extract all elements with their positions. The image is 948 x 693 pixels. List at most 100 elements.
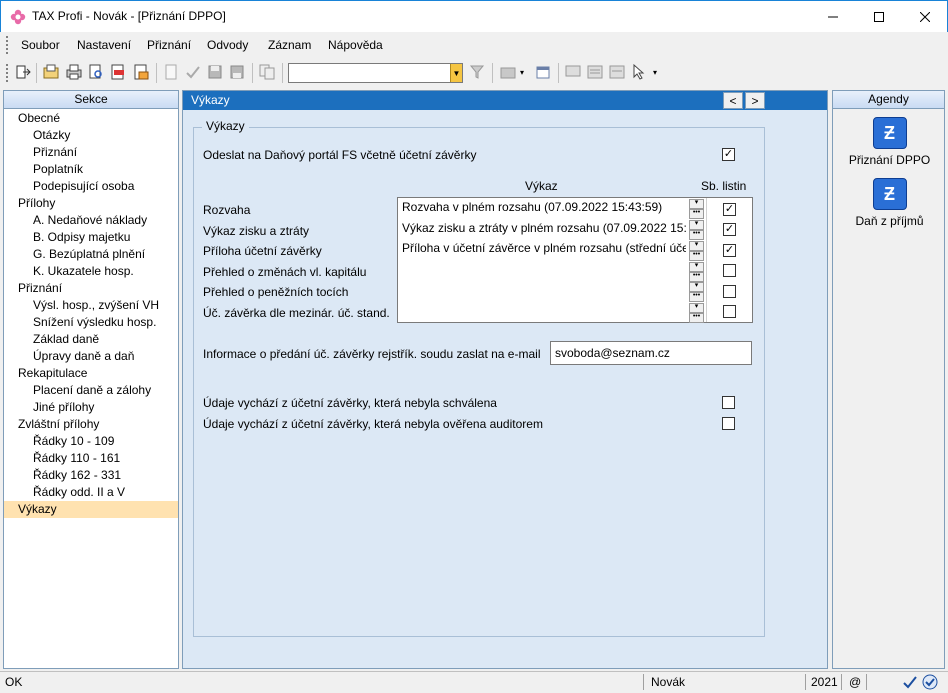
email-input[interactable]: svoboda@seznam.cz <box>550 341 752 365</box>
toolbar-combo[interactable]: ▼ <box>288 63 463 83</box>
exit-icon[interactable] <box>14 63 32 81</box>
sidebar-item-radky-10-109[interactable]: Řádky 10 - 109 <box>4 433 178 450</box>
sblistin-checkbox-mezinar[interactable] <box>723 305 736 318</box>
sidebar-item-nedanove-naklady[interactable]: A. Nedaňové náklady <box>4 212 178 229</box>
sidebar-item-bezuplatna-plneni[interactable]: G. Bezúplatná plnění <box>4 246 178 263</box>
sidebar-item-odpisy-majetku[interactable]: B. Odpisy majetku <box>4 229 178 246</box>
row-dropdown-icon[interactable]: ▾ <box>689 199 704 209</box>
next-section-button[interactable]: > <box>745 92 765 109</box>
sidebar-item-jine-prilohy[interactable]: Jiné přílohy <box>4 399 178 416</box>
status-text: OK <box>5 675 23 689</box>
agenda-priznani-dppo[interactable]: Ƶ Přiznání DPPO <box>833 117 946 167</box>
agendy-header: Agendy <box>832 90 945 109</box>
sblistin-checkbox-penezni-toky[interactable] <box>723 285 736 298</box>
sidebar-item-zvlastni-prilohy[interactable]: Zvláštní přílohy <box>4 416 178 433</box>
row-ellipsis-icon[interactable]: ••• <box>689 251 704 261</box>
row-value-priloha[interactable]: Příloha v účetní závěrce v plném rozsahu… <box>402 241 686 255</box>
sidebar-item-ukazatele-hosp[interactable]: K. Ukazatele hosp. <box>4 263 178 280</box>
row-label-priloha: Příloha účetní závěrky <box>203 244 322 258</box>
calendar-icon[interactable] <box>534 63 552 81</box>
row-ellipsis-icon[interactable]: ••• <box>689 292 704 302</box>
row-dropdown-icon[interactable]: ▾ <box>689 282 704 292</box>
sidebar-item-placeni-dane[interactable]: Placení daně a zálohy <box>4 382 178 399</box>
pen-check-icon[interactable] <box>902 674 918 693</box>
menu-grip[interactable] <box>6 36 9 54</box>
row-dropdown-icon[interactable]: ▾ <box>689 262 704 272</box>
row-ellipsis-icon[interactable]: ••• <box>689 230 704 240</box>
help-cursor-icon[interactable] <box>631 63 649 81</box>
prev-section-button[interactable]: < <box>723 92 743 109</box>
sidebar-item-snizeni-vysledku[interactable]: Snížení výsledku hosp. <box>4 314 178 331</box>
toolbar-grip[interactable] <box>6 64 9 82</box>
sblistin-checkbox-vykaz-zisku[interactable]: ✓ <box>723 223 736 236</box>
verify-icon[interactable] <box>922 674 938 693</box>
sidebar-item-radky-110-161[interactable]: Řádky 110 - 161 <box>4 450 178 467</box>
sidebar-item-zaklad-dane[interactable]: Základ daně <box>4 331 178 348</box>
close-button[interactable] <box>902 1 948 32</box>
sidebar-item-podepisujici-osoba[interactable]: Podepisující osoba <box>4 178 178 195</box>
sidebar-item-priznani[interactable]: Přiznání <box>4 144 178 161</box>
row-ellipsis-icon[interactable]: ••• <box>689 272 704 282</box>
sblistin-checkbox-zmeny-kapitalu[interactable] <box>723 264 736 277</box>
sblistin-checkbox-rozvaha[interactable]: ✓ <box>723 203 736 216</box>
unaudited-label: Údaje vychází z účetní závěrky, která ne… <box>203 417 543 431</box>
comment-icon[interactable] <box>564 63 582 81</box>
new-doc-icon[interactable] <box>162 63 180 81</box>
row-value-vykaz-zisku[interactable]: Výkaz zisku a ztráty v plném rozsahu (07… <box>402 221 686 235</box>
preview-icon[interactable] <box>87 63 105 81</box>
menu-napoveda[interactable]: Nápověda <box>328 38 383 52</box>
sidebar-item-rekapitulace[interactable]: Rekapitulace <box>4 365 178 382</box>
folder-icon[interactable] <box>499 63 517 81</box>
folder-dropdown-icon[interactable]: ▾ <box>517 63 527 81</box>
check-icon[interactable] <box>184 63 202 81</box>
sidebar-item-poplatnik[interactable]: Poplatník <box>4 161 178 178</box>
help-dropdown-icon[interactable]: ▾ <box>650 63 660 81</box>
row-ellipsis-icon[interactable]: ••• <box>689 209 704 219</box>
menu-soubor[interactable]: Soubor <box>21 38 60 52</box>
sidebar-item-vykazy[interactable]: Výkazy <box>4 501 178 518</box>
row-label-mezinar: Úč. závěrka dle mezinár. úč. stand. <box>203 306 390 320</box>
export-pdf-icon[interactable] <box>109 63 127 81</box>
sidebar-item-radky-162-331[interactable]: Řádky 162 - 331 <box>4 467 178 484</box>
main-panel: Výkazy < > Výkazy Odeslat na Daňový port… <box>182 90 828 669</box>
unaudited-checkbox[interactable] <box>722 417 735 430</box>
menu-priznani[interactable]: Přiznání <box>147 38 191 52</box>
sidebar-item-prilohy[interactable]: Přílohy <box>4 195 178 212</box>
unapproved-checkbox[interactable] <box>722 396 735 409</box>
sidebar-item-otazky[interactable]: Otázky <box>4 127 178 144</box>
open-icon[interactable] <box>42 63 60 81</box>
sidebar-item-vysl-hosp[interactable]: Výsl. hosp., zvýšení VH <box>4 297 178 314</box>
row-dropdown-icon[interactable]: ▾ <box>689 241 704 251</box>
menu-odvody[interactable]: Odvody <box>207 38 248 52</box>
sidebar-item-radky-odd[interactable]: Řádky odd. II a V <box>4 484 178 501</box>
agenda-label: Přiznání DPPO <box>848 153 931 167</box>
agenda-dan-z-prijmu[interactable]: Ƶ Daň z příjmů <box>833 178 946 228</box>
sidebar-item-priznani-group[interactable]: Přiznání <box>4 280 178 297</box>
unapproved-label: Údaje vychází z účetní závěrky, která ne… <box>203 396 497 410</box>
main-header-title: Výkazy <box>191 93 230 107</box>
note-icon[interactable] <box>608 63 626 81</box>
row-ellipsis-icon[interactable]: ••• <box>689 313 704 323</box>
sections-panel: Sekce Obecné Otázky Přiznání Poplatník P… <box>3 90 179 669</box>
list-icon[interactable] <box>586 63 604 81</box>
save-icon[interactable] <box>206 63 224 81</box>
sblistin-checkbox-priloha[interactable]: ✓ <box>723 244 736 257</box>
row-dropdown-icon[interactable]: ▾ <box>689 303 704 313</box>
sections-tree: Obecné Otázky Přiznání Poplatník Podepis… <box>4 110 178 518</box>
combo-arrow-icon[interactable]: ▼ <box>450 64 462 82</box>
menu-zaznam[interactable]: Záznam <box>268 38 311 52</box>
print-icon[interactable] <box>65 63 83 81</box>
sidebar-item-upravy-dane[interactable]: Úpravy daně a daň <box>4 348 178 365</box>
export-icon[interactable] <box>132 63 150 81</box>
save-all-icon[interactable] <box>228 63 246 81</box>
sidebar-item-obecne[interactable]: Obecné <box>4 110 178 127</box>
title-bar: TAX Profi - Novák - [Přiznání DPPO] <box>0 0 948 32</box>
send-checkbox[interactable]: ✓ <box>722 148 735 161</box>
filter-icon[interactable] <box>468 63 486 81</box>
menu-nastaveni[interactable]: Nastavení <box>77 38 131 52</box>
row-dropdown-icon[interactable]: ▾ <box>689 220 704 230</box>
minimize-button[interactable] <box>810 1 856 32</box>
copy-icon[interactable] <box>258 63 276 81</box>
row-value-rozvaha[interactable]: Rozvaha v plném rozsahu (07.09.2022 15:4… <box>402 200 686 214</box>
maximize-button[interactable] <box>856 1 902 32</box>
